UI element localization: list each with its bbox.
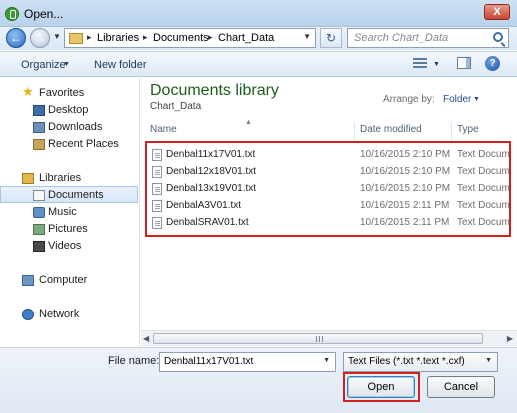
back-button[interactable]: ← <box>6 28 26 48</box>
file-type-select[interactable]: Text Files (*.txt *.text *.cxf) ▼ <box>343 352 498 372</box>
sidebar-item-label: Libraries <box>39 172 82 184</box>
documents-icon <box>33 190 45 201</box>
chevron-right-icon[interactable]: ▸ <box>208 32 213 43</box>
column-header-date-modified[interactable]: Date modified <box>360 124 422 140</box>
forward-button[interactable]: → <box>30 28 50 48</box>
sidebar-item-recent-places[interactable]: Recent Places <box>0 136 138 153</box>
sidebar-item-pictures[interactable]: Pictures <box>0 221 138 238</box>
organize-button[interactable]: Organize <box>21 59 66 71</box>
search-input[interactable]: Search Chart_Data <box>347 28 509 48</box>
computer-icon <box>22 275 34 286</box>
refresh-button[interactable]: ↻ <box>320 28 342 48</box>
music-icon <box>33 207 45 218</box>
recent-places-icon <box>33 139 45 150</box>
sidebar-item-computer[interactable]: Computer <box>0 272 138 289</box>
breadcrumb-documents[interactable]: Documents <box>153 32 209 44</box>
sidebar-item-libraries[interactable]: Libraries <box>0 170 138 187</box>
sidebar-item-music[interactable]: Music <box>0 204 138 221</box>
videos-icon <box>33 241 45 252</box>
sidebar-item-favorites[interactable]: ★ Favorites <box>0 85 138 102</box>
chevron-down-icon: ▼ <box>63 61 70 68</box>
sidebar-item-videos[interactable]: Videos <box>0 238 138 255</box>
arrange-by-dropdown[interactable]: Folder <box>443 94 471 105</box>
address-bar[interactable]: ▸ Libraries ▸ Documents ▸ Chart_Data ▼ <box>64 28 316 48</box>
toolbar: Organize ▼ New folder ▼ <box>0 51 517 77</box>
recent-pages-dropdown-icon[interactable]: ▼ <box>53 32 61 41</box>
desktop-icon <box>33 105 45 116</box>
file-name-field[interactable]: Denbal11x17V01.txt ▼ <box>159 352 336 372</box>
library-subtitle: Chart_Data <box>150 101 202 112</box>
file-name-value: Denbal11x17V01.txt <box>164 356 254 367</box>
pictures-icon <box>33 224 45 235</box>
chevron-right-icon[interactable]: ▸ <box>143 32 148 43</box>
column-divider[interactable] <box>354 122 355 141</box>
sidebar-item-documents[interactable]: Documents <box>0 186 138 203</box>
sidebar-item-label: Computer <box>39 274 88 286</box>
title-bar: Open... X <box>0 0 517 27</box>
scroll-right-icon[interactable]: ▶ <box>507 334 513 343</box>
libraries-icon <box>22 173 34 184</box>
grip-icon <box>316 336 324 342</box>
star-icon: ★ <box>22 84 34 99</box>
chevron-down-icon[interactable]: ▼ <box>323 357 330 364</box>
close-button[interactable]: X <box>484 4 510 20</box>
downloads-icon <box>33 122 45 133</box>
library-title: Documents library <box>150 82 279 99</box>
preview-pane-icon[interactable] <box>457 57 471 69</box>
chevron-down-icon[interactable]: ▼ <box>485 357 492 364</box>
column-divider[interactable] <box>451 122 452 141</box>
breadcrumb-chart-data[interactable]: Chart_Data <box>218 32 274 44</box>
chevron-down-icon[interactable]: ▼ <box>473 96 480 103</box>
scroll-left-icon[interactable]: ◀ <box>143 334 149 343</box>
search-icon[interactable] <box>493 32 503 42</box>
network-icon <box>22 309 34 320</box>
file-type-value: Text Files (*.txt *.text *.cxf) <box>348 356 465 367</box>
folder-icon <box>69 33 83 44</box>
sidebar-item-label: Favorites <box>39 87 85 99</box>
breadcrumb-libraries[interactable]: Libraries <box>97 32 139 44</box>
sidebar-item-label: Documents <box>48 189 104 201</box>
sidebar-item-label: Downloads <box>48 121 103 133</box>
address-dropdown-icon[interactable]: ▼ <box>303 32 311 41</box>
file-list-highlight <box>145 141 511 237</box>
column-header-name[interactable]: Name <box>150 124 177 140</box>
sidebar-item-label: Music <box>48 206 77 218</box>
horizontal-scrollbar[interactable]: ◀ ▶ <box>141 330 517 346</box>
file-name-label: File name: <box>108 355 160 367</box>
arrange-by-label: Arrange by: <box>383 94 435 105</box>
chevron-right-icon[interactable]: ▸ <box>87 32 92 43</box>
open-button-highlight <box>343 372 420 402</box>
sidebar-item-label: Recent Places <box>48 138 119 150</box>
new-folder-button[interactable]: New folder <box>94 59 147 71</box>
sidebar-item-network[interactable]: Network <box>0 306 138 323</box>
sidebar-item-label: Videos <box>48 240 82 252</box>
column-header-type[interactable]: Type <box>457 124 479 140</box>
sidebar-item-desktop[interactable]: Desktop <box>0 102 138 119</box>
help-icon[interactable]: ? <box>485 56 500 71</box>
sidebar-item-label: Desktop <box>48 104 89 116</box>
window-title: Open... <box>24 7 64 21</box>
sidebar-item-label: Network <box>39 308 80 320</box>
sidebar-item-downloads[interactable]: Downloads <box>0 119 138 136</box>
view-dropdown-icon[interactable]: ▼ <box>433 61 440 68</box>
sort-ascending-icon: ▲ <box>245 119 252 126</box>
scroll-thumb[interactable] <box>153 333 483 344</box>
app-icon <box>5 7 19 21</box>
search-placeholder: Search Chart_Data <box>354 32 449 44</box>
sidebar-item-label: Pictures <box>48 223 88 235</box>
cancel-button[interactable]: Cancel <box>427 376 495 398</box>
navigation-pane: ★ Favorites Desktop Downloads Recent Pla… <box>0 78 140 346</box>
view-options-icon[interactable] <box>413 58 427 69</box>
